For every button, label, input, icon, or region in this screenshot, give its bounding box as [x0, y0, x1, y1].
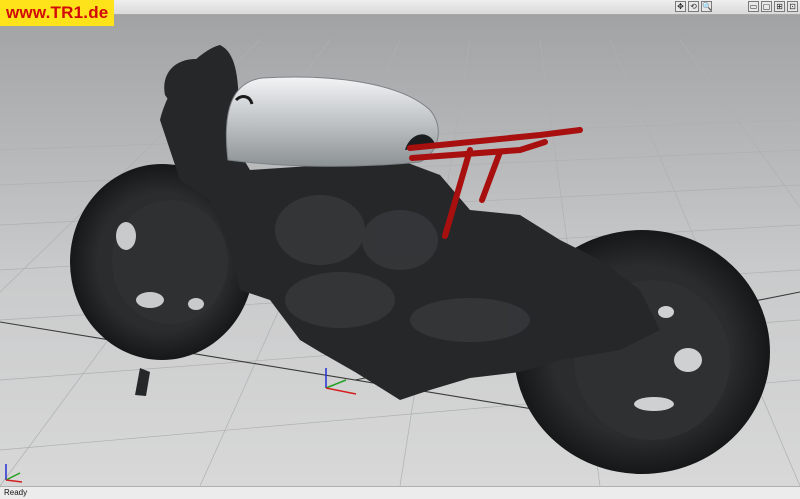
fuel-tank — [225, 76, 439, 167]
grid-icon[interactable]: ⊡ — [787, 1, 798, 12]
watermark-logo: www.TR1.de — [0, 0, 115, 26]
expand-icon[interactable]: ⊞ — [774, 1, 785, 12]
scene-canvas[interactable] — [0, 0, 800, 486]
axis-gizmo-center — [325, 368, 357, 395]
minimize-icon[interactable]: ▭ — [748, 1, 759, 12]
pan-icon[interactable]: ✥ — [675, 1, 686, 12]
restore-icon[interactable]: ▢ — [761, 1, 772, 12]
rotate-icon[interactable]: ⟲ — [688, 1, 699, 12]
zoom-icon[interactable]: 🔍 — [701, 1, 712, 12]
status-text: Ready — [4, 488, 28, 497]
viewport-toolbar: ✥ ⟲ 🔍 ▭ ▢ ⊞ ⊡ — [0, 0, 800, 15]
3d-viewport[interactable]: ✥ ⟲ 🔍 ▭ ▢ ⊞ ⊡ www.TR1.de — [0, 0, 800, 486]
statusbar: Ready — [0, 486, 800, 499]
